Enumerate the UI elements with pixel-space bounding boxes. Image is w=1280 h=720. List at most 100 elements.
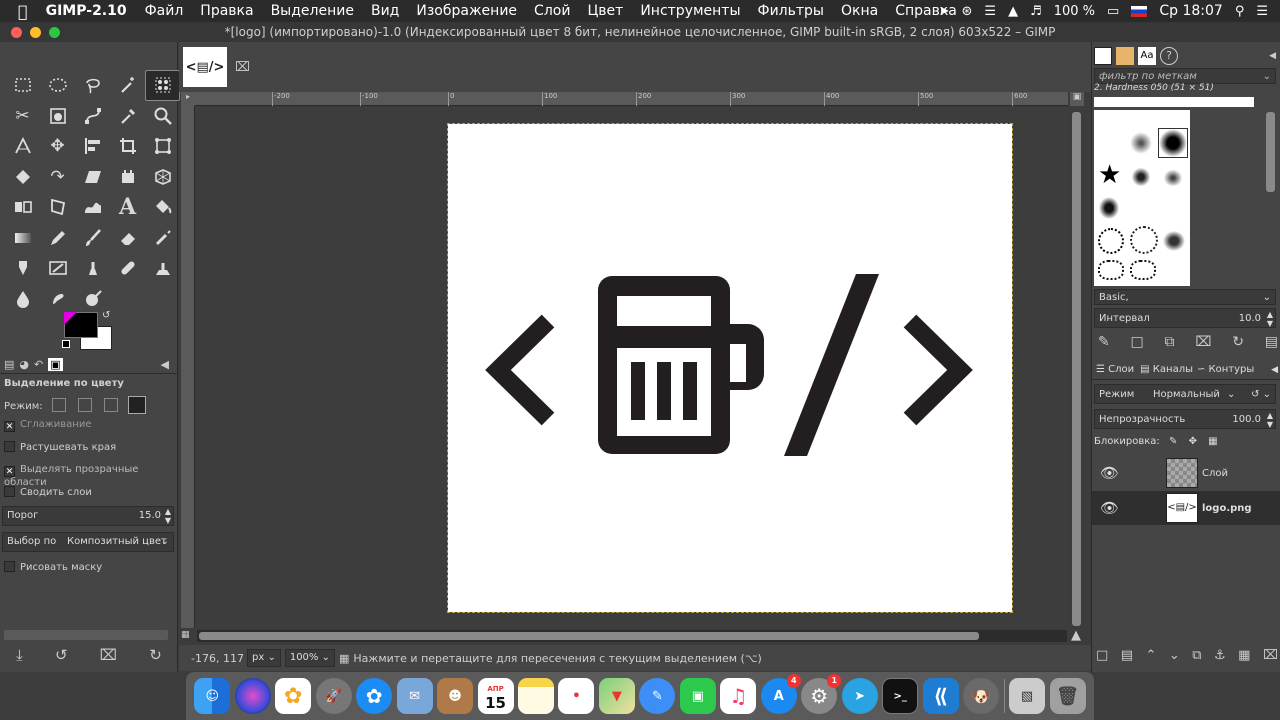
facetime-icon[interactable]: ▣ xyxy=(679,678,716,714)
sample-merged-row[interactable]: Сводить слои xyxy=(0,486,178,498)
spacing-stepper-icon[interactable]: ▲ ▼ xyxy=(1267,310,1273,328)
layer-name[interactable]: logo.png xyxy=(1202,503,1252,514)
layers-menu-icon[interactable]: ◀ xyxy=(1271,365,1278,375)
minimize-window-button[interactable] xyxy=(30,27,41,38)
threshold-stepper-icon[interactable]: ▲ ▼ xyxy=(165,507,171,525)
lower-layer-icon[interactable]: ⌄ xyxy=(1169,648,1180,666)
brush-tag-filter[interactable]: фильтр по меткам ⌄ xyxy=(1094,68,1276,84)
antialias-checkbox[interactable]: ✕ xyxy=(4,421,15,432)
mail-icon[interactable]: ✉ xyxy=(396,678,433,714)
measure-icon[interactable] xyxy=(5,131,40,162)
quick-mask-button[interactable]: ▦ xyxy=(181,630,195,643)
telegram-icon[interactable]: ➤ xyxy=(841,678,878,714)
input-flag-icon[interactable] xyxy=(1131,5,1148,17)
device-status-tab-icon[interactable]: ◕ xyxy=(19,358,29,371)
draw-mask-row[interactable]: Рисовать маску xyxy=(0,561,178,573)
foreground-select-icon[interactable] xyxy=(40,101,75,132)
brush-hardness-050[interactable] xyxy=(1158,128,1188,158)
chevron-down-icon[interactable]: ⌄ xyxy=(1263,71,1271,82)
scissors-icon[interactable]: ✂ xyxy=(5,101,40,132)
opacity-spinner[interactable]: Непрозрачность 100.0 ▲ ▼ xyxy=(1094,409,1276,429)
eye-icon[interactable]: 👁 xyxy=(1100,464,1119,482)
images-tab-icon[interactable]: ▣ xyxy=(48,358,63,371)
layer-row[interactable]: 👁 Слой xyxy=(1092,456,1280,490)
brush-grunge-1[interactable] xyxy=(1130,166,1152,188)
select-transparent-row[interactable]: ✕ Выделять прозрачные области xyxy=(0,464,178,488)
opacity-stepper-icon[interactable]: ▲ ▼ xyxy=(1267,411,1273,429)
app-menu[interactable]: GIMP-2.10 xyxy=(46,3,127,19)
tab-channels[interactable]: ▤ Каналы xyxy=(1134,364,1193,375)
handle-transform-icon[interactable]: ↷ xyxy=(40,162,75,193)
brush-preset-dropdown[interactable]: Basic, ⌄ xyxy=(1094,289,1276,305)
notification-center-icon[interactable]: ☰ xyxy=(1256,4,1268,19)
restore-options-icon[interactable]: ↺ xyxy=(55,646,68,664)
threshold-spinner[interactable]: Порог 15.0 ▲ ▼ xyxy=(2,506,174,526)
zoom-fit-button[interactable]: ▣ xyxy=(1070,92,1084,106)
clone-icon[interactable] xyxy=(75,253,110,284)
layer-mode-value[interactable]: Нормальный xyxy=(1153,389,1220,400)
fuzzy-select-icon[interactable] xyxy=(110,70,145,101)
brush-texture-2[interactable] xyxy=(1130,226,1158,254)
brush-texture-5[interactable] xyxy=(1130,260,1156,280)
chevron-down-icon[interactable]: ⌄ xyxy=(1263,292,1271,303)
menu-image[interactable]: Изображение xyxy=(416,3,517,19)
paths-icon[interactable] xyxy=(75,101,110,132)
menu-layer[interactable]: Слой xyxy=(534,3,570,19)
telegram-status-icon[interactable]: ➤ xyxy=(939,4,950,19)
brush-fuzzy[interactable] xyxy=(1130,132,1152,154)
battery-icon[interactable]: ▭ xyxy=(1107,4,1119,19)
panel-menu-icon[interactable]: ◀ xyxy=(161,358,169,371)
menu-file[interactable]: Файл xyxy=(145,3,184,19)
rect-select-icon[interactable] xyxy=(5,70,40,101)
terminal-icon[interactable]: >_ xyxy=(882,678,919,714)
zoom-window-button[interactable] xyxy=(49,27,60,38)
brush-grid-scrollbar[interactable] xyxy=(1266,112,1275,192)
select-by-value[interactable]: Композитный цвет xyxy=(67,536,167,547)
patterns-tab-icon[interactable] xyxy=(1116,47,1134,65)
brush-splatter[interactable] xyxy=(1098,196,1120,220)
eye-icon[interactable]: 👁 xyxy=(1100,499,1119,517)
contacts-icon[interactable]: ☻ xyxy=(437,678,474,714)
menu-filters[interactable]: Фильтры xyxy=(758,3,824,19)
delete-brush-icon[interactable]: ⌧ xyxy=(1195,334,1211,352)
calendar-icon[interactable]: АПР 15 xyxy=(477,678,514,714)
cage-transform-icon[interactable] xyxy=(110,162,145,193)
delete-layer-icon[interactable]: ⌧ xyxy=(1263,648,1278,666)
bucket-fill-icon[interactable] xyxy=(145,192,180,223)
notes-icon[interactable] xyxy=(517,678,554,714)
antialias-row[interactable]: ✕ Сглаживание xyxy=(0,419,178,432)
safari-icon[interactable]: ✿ xyxy=(356,678,393,714)
spacing-spinner[interactable]: Интервал 10.0 ▲ ▼ xyxy=(1094,308,1276,328)
chevron-down-icon[interactable]: ⌄ xyxy=(161,536,169,547)
brush-texture-4[interactable] xyxy=(1098,260,1124,280)
wifi-icon[interactable]: ☰ xyxy=(984,4,996,19)
perspective-icon[interactable] xyxy=(145,162,180,193)
paintbrush-icon[interactable] xyxy=(75,223,110,254)
move-icon[interactable]: ✥ xyxy=(40,131,75,162)
feather-checkbox[interactable] xyxy=(4,441,15,452)
new-brush-icon[interactable]: □ xyxy=(1131,334,1144,352)
bluetooth-icon[interactable]: ⊛ xyxy=(962,4,973,19)
flip-icon[interactable] xyxy=(5,192,40,223)
raise-layer-icon[interactable]: ⌃ xyxy=(1146,648,1157,666)
open-brush-icon[interactable]: ▤ xyxy=(1265,334,1278,352)
ellipse-select-icon[interactable] xyxy=(40,70,75,101)
messages-icon[interactable]: ✎ xyxy=(639,678,676,714)
shear-icon[interactable] xyxy=(75,162,110,193)
new-group-icon[interactable]: ▤ xyxy=(1121,648,1133,666)
tool-options-tab-icon[interactable]: ▤ xyxy=(4,358,14,371)
smudge-icon[interactable] xyxy=(40,284,75,315)
duplicate-layer-icon[interactable]: ⧉ xyxy=(1192,648,1201,666)
draw-mask-checkbox[interactable] xyxy=(4,561,15,572)
close-window-button[interactable] xyxy=(11,27,22,38)
new-layer-icon[interactable]: □ xyxy=(1096,648,1108,666)
default-colors-icon[interactable] xyxy=(62,340,70,348)
mode-replace-button[interactable] xyxy=(51,398,66,412)
crop-icon[interactable] xyxy=(110,131,145,162)
select-by-color-icon[interactable] xyxy=(145,70,180,101)
lock-pixels-icon[interactable]: ✎ xyxy=(1169,436,1177,447)
swap-colors-icon[interactable]: ↺ xyxy=(102,310,110,321)
vscode-icon[interactable]: ⟪ xyxy=(922,678,959,714)
layer-composite-icon[interactable]: ↺ ⌄ xyxy=(1251,389,1271,400)
blur-icon[interactable] xyxy=(5,284,40,315)
